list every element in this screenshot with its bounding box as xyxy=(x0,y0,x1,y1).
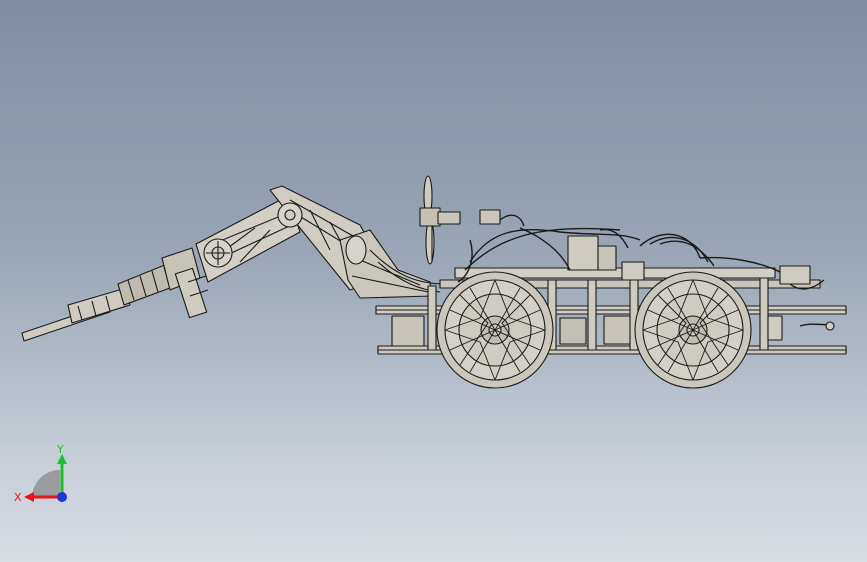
arm-gripper-block xyxy=(174,267,208,319)
x-axis-label: X xyxy=(14,491,22,504)
rear-wheel xyxy=(634,271,752,389)
robot-vehicle-model[interactable] xyxy=(0,0,867,562)
y-axis-label: Y xyxy=(56,443,64,456)
manipulator-arm xyxy=(21,185,447,342)
coordinate-triad-icon: Y X xyxy=(14,443,67,504)
graphics-viewport[interactable]: Y X xyxy=(0,0,867,562)
front-wheel xyxy=(436,271,554,389)
propeller-assembly xyxy=(419,175,461,265)
